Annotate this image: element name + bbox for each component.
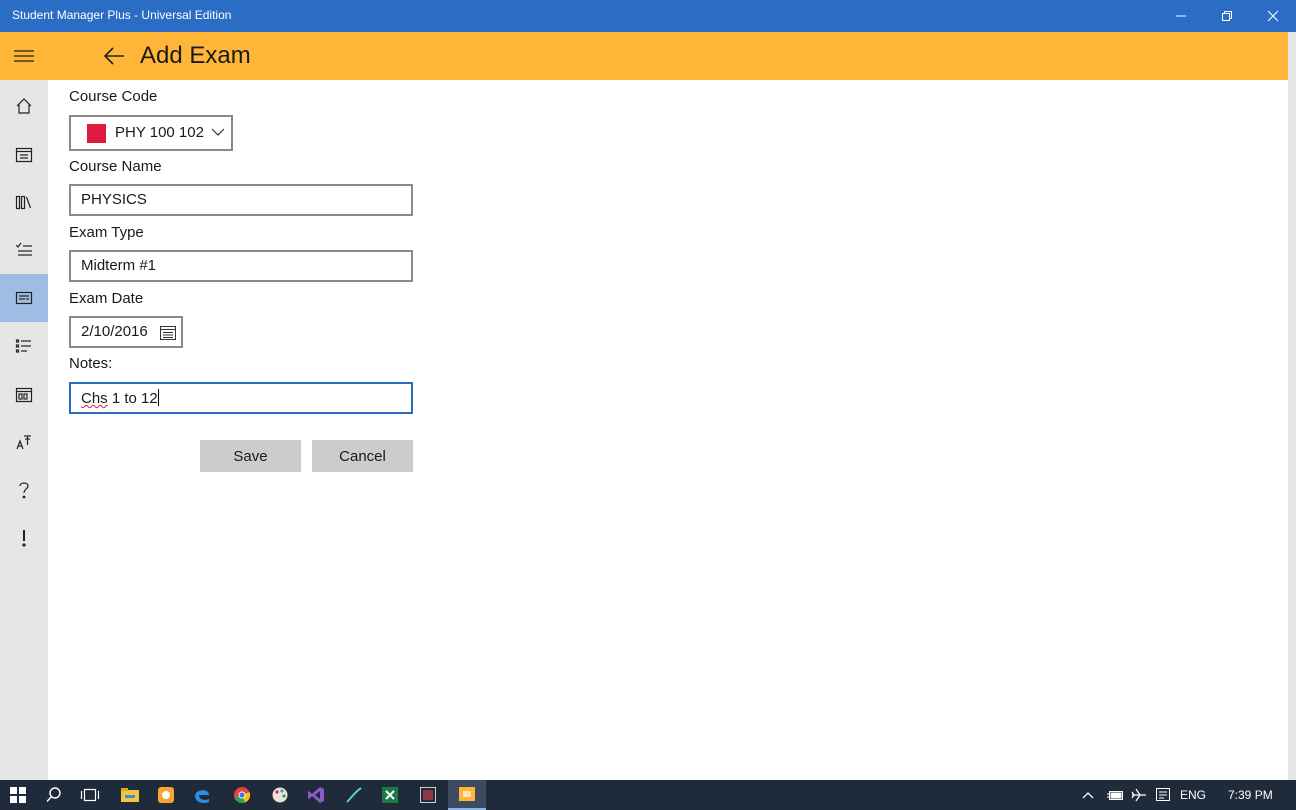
chevron-down-icon (211, 128, 225, 136)
minimize-button[interactable] (1158, 0, 1204, 32)
taskbar-chrome[interactable] (224, 780, 260, 810)
taskbar-excel-like[interactable] (372, 780, 408, 810)
calendar-icon (15, 147, 33, 163)
airplane-icon (1131, 788, 1146, 802)
nav-about[interactable] (0, 514, 48, 562)
restore-button[interactable] (1204, 0, 1250, 32)
nav-assignments[interactable] (0, 226, 48, 274)
course-code-label: Course Code (69, 88, 158, 105)
clock[interactable]: 7:39 PM (1228, 788, 1273, 802)
exam-date-label: Exam Date (69, 290, 144, 307)
battery-icon (1107, 791, 1123, 800)
nav-exams[interactable] (0, 274, 48, 322)
sidebar (0, 80, 48, 780)
spreadsheet-icon (382, 787, 398, 803)
nav-help[interactable] (0, 466, 48, 514)
nav-list[interactable] (0, 322, 48, 370)
nav-font-settings[interactable] (0, 418, 48, 466)
home-icon (16, 98, 32, 114)
language-indicator[interactable]: ENG (1180, 788, 1206, 802)
search-button[interactable] (36, 780, 72, 810)
close-button[interactable] (1250, 0, 1296, 32)
app-tile-icon (158, 787, 174, 803)
taskbar-pen-app[interactable] (336, 780, 372, 810)
taskbar-paint[interactable] (262, 780, 298, 810)
visual-studio-icon (308, 787, 324, 803)
save-button[interactable]: Save (200, 440, 301, 472)
back-button[interactable] (96, 32, 132, 80)
taskbar-store-app[interactable] (148, 780, 184, 810)
nav-home[interactable] (0, 82, 48, 130)
chevron-up-icon (1082, 792, 1094, 799)
nav-calendar[interactable] (0, 130, 48, 178)
exclamation-icon (22, 530, 26, 547)
taskbar-file-explorer[interactable] (112, 780, 148, 810)
title-bar: Student Manager Plus - Universal Edition (0, 0, 1296, 32)
font-size-icon (16, 435, 31, 450)
minimize-icon (1176, 15, 1186, 17)
checklist-icon (15, 242, 32, 256)
windows-logo-icon (10, 787, 26, 803)
text-cursor (157, 389, 159, 406)
notes-value: 1 to 12 (107, 390, 158, 407)
taskbar-visual-studio[interactable] (298, 780, 334, 810)
hamburger-menu-button[interactable] (0, 32, 48, 80)
bulleted-list-icon (15, 339, 31, 353)
notes-misspelled-word: Chs (81, 390, 108, 407)
tray-airplane-mode[interactable] (1126, 780, 1152, 810)
nav-schedule[interactable] (0, 370, 48, 418)
chrome-browser-icon (234, 787, 251, 804)
help-icon (19, 482, 29, 499)
app-header: Add Exam (0, 32, 1288, 80)
exam-type-value: Midterm #1 (81, 257, 157, 274)
calendar-icon (160, 326, 176, 340)
nav-courses[interactable] (0, 178, 48, 226)
course-color-swatch (87, 124, 106, 143)
notes-label: Notes: (69, 355, 113, 372)
cancel-button[interactable]: Cancel (312, 440, 413, 472)
library-icon (15, 195, 32, 210)
edge-browser-icon (195, 790, 209, 804)
tray-action-center[interactable] (1150, 780, 1176, 810)
tray-overflow-button[interactable] (1074, 780, 1102, 810)
back-arrow-icon (103, 47, 124, 65)
course-name-value: PHYSICS (81, 191, 147, 208)
scrollbar[interactable] (1288, 32, 1296, 780)
schedule-icon (15, 387, 33, 403)
task-view-icon (80, 788, 100, 802)
hamburger-icon (14, 50, 34, 62)
paint-palette-icon (272, 787, 288, 803)
notifications-icon (1156, 788, 1170, 801)
search-icon (46, 787, 61, 802)
exam-type-field[interactable]: Midterm #1 (69, 250, 413, 282)
tray-battery[interactable] (1102, 780, 1128, 810)
taskbar-calculator[interactable] (410, 780, 446, 810)
restore-icon (1222, 11, 1232, 21)
exam-type-label: Exam Type (69, 224, 144, 241)
calculator-icon (420, 787, 436, 803)
course-code-value: PHY 100 102 (115, 124, 204, 141)
course-name-label: Course Name (69, 158, 162, 175)
exam-date-value: 2/10/2016 (81, 323, 148, 340)
taskbar: ENG 7:39 PM (0, 780, 1296, 810)
window-title: Student Manager Plus - Universal Edition (12, 8, 232, 22)
task-view-button[interactable] (72, 780, 108, 810)
student-manager-app-icon (459, 787, 475, 801)
page-title: Add Exam (140, 42, 251, 69)
start-button[interactable] (0, 780, 36, 810)
folder-icon (121, 788, 139, 802)
pen-icon (346, 787, 362, 803)
taskbar-student-manager[interactable] (448, 780, 486, 810)
course-name-field[interactable]: PHYSICS (69, 184, 413, 216)
close-icon (1267, 10, 1279, 22)
course-code-dropdown[interactable]: PHY 100 102 (69, 115, 233, 151)
notes-field[interactable]: Chs 1 to 12 (69, 382, 413, 414)
taskbar-edge[interactable] (184, 780, 220, 810)
exam-date-picker[interactable]: 2/10/2016 (69, 316, 183, 348)
exam-card-icon (15, 291, 33, 305)
